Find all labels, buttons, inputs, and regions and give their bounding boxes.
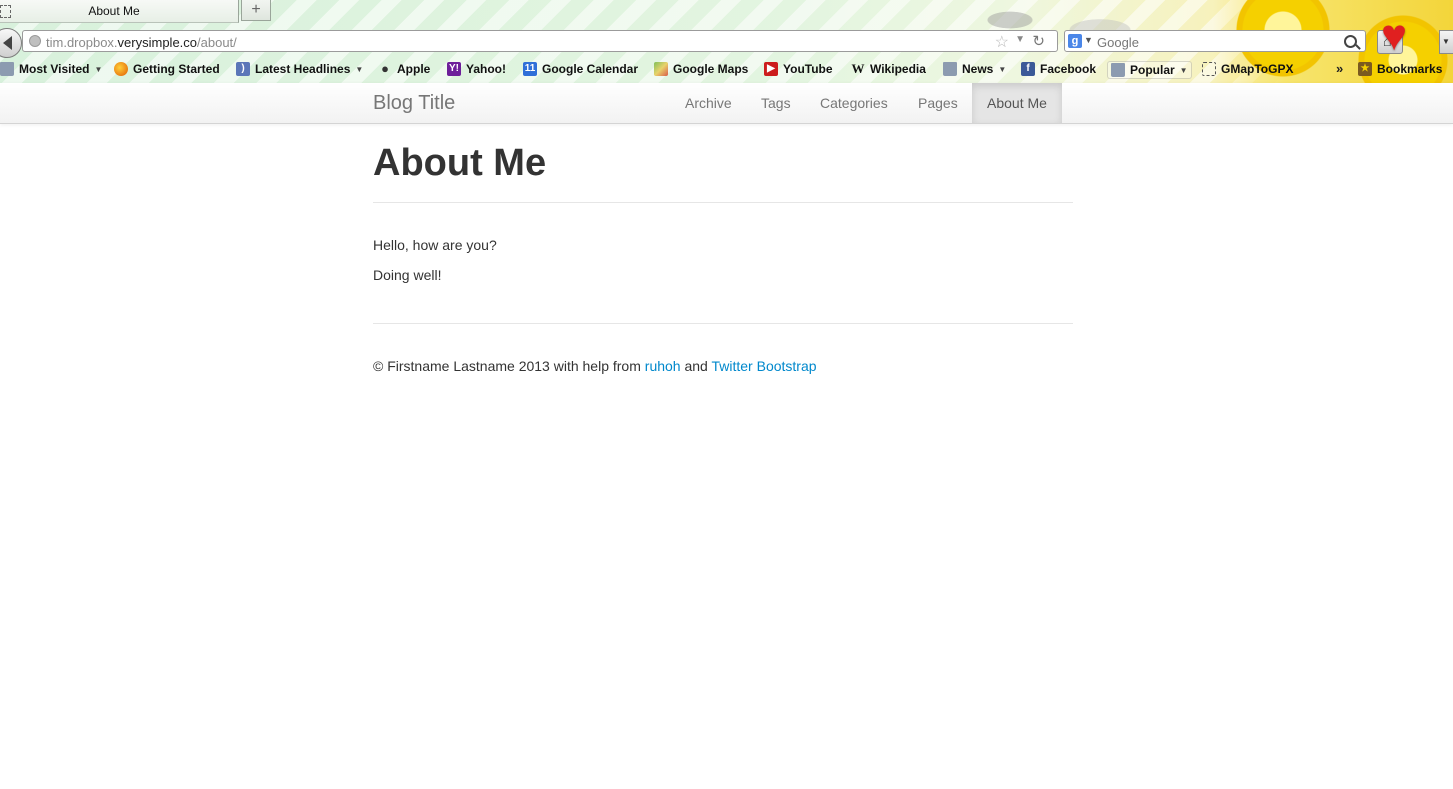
search-icon[interactable] [1344,35,1357,48]
nav-pages[interactable]: Pages [903,83,973,123]
dropdown-caret-icon: ▼ [998,64,1007,74]
bookmark-label: News [962,62,994,76]
toolbar-extra-button[interactable]: ▼ [1439,30,1453,54]
bookmark-wikipedia[interactable]: W Wikipedia [851,61,926,77]
tab-title: About Me [88,4,140,18]
footer-divider [373,323,1073,324]
facebook-icon: f [1021,62,1035,76]
folder-icon [0,62,14,76]
footer-text: © Firstname Lastname 2013 with help from [373,358,641,374]
bookmark-news[interactable]: News ▼ [943,61,1006,77]
twitter-bootstrap-link[interactable]: Twitter Bootstrap [711,358,816,374]
google-engine-icon[interactable]: g [1068,34,1082,48]
site-identity-globe-icon[interactable] [29,35,41,47]
dropdown-caret-icon: ▼ [355,64,364,74]
bookmark-label: Google Maps [673,62,749,76]
bookmark-star-icon[interactable]: ☆ [995,32,1009,52]
apple-icon: ● [381,61,389,76]
back-arrow-icon [3,36,12,50]
url-domain: verysimple.co [117,35,198,50]
page-footer: © Firstname Lastname 2013 with help from… [373,358,817,374]
bookmarks-menu-button[interactable]: ★ Bookmarks [1358,61,1442,77]
title-divider [373,202,1073,203]
bookmarks-overflow-chevron-icon[interactable]: » [1336,61,1343,76]
reload-icon[interactable]: ↻ [1032,32,1045,50]
new-tab-button[interactable]: + [241,0,271,21]
ruhoh-link[interactable]: ruhoh [645,358,681,374]
rss-feed-icon: ) [236,62,250,76]
bookmark-popular[interactable]: Popular ▼ [1107,61,1192,79]
youtube-icon: ▶ [764,62,778,76]
back-button[interactable] [0,28,22,58]
bookmark-label: Google Calendar [542,62,639,76]
url-bar[interactable]: tim.dropbox.verysimple.co/about/ ☆ ▼ ↻ [22,30,1058,52]
nav-tags[interactable]: Tags [746,83,806,123]
heart-icon: ♥ [1381,11,1408,60]
bookmark-label: Yahoo! [466,62,507,76]
bookmark-label: GMapToGPX [1221,62,1294,76]
url-text: tim.dropbox.verysimple.co/about/ [46,35,237,50]
search-input[interactable]: Google [1097,35,1139,50]
bookmark-yahoo[interactable]: Y! Yahoo! [447,61,506,77]
bookmark-label: Popular [1130,63,1175,77]
bookmark-label: Getting Started [133,62,220,76]
url-path: /about/ [197,35,237,50]
content-paragraph: Hello, how are you? [373,237,497,253]
bookmark-label: Most Visited [19,62,90,76]
bookmark-label: YouTube [783,62,833,76]
bookmark-label: Bookmarks [1377,62,1443,76]
site-brand-link[interactable]: Blog Title [373,92,455,115]
nav-archive[interactable]: Archive [670,83,747,123]
browser-chrome: About Me + tim.dropbox.verysimple.co/abo… [0,0,1453,83]
folder-icon [1111,63,1125,77]
bookmark-label: Apple [397,62,431,76]
google-maps-icon [654,62,668,76]
bookmarklet-icon [1202,62,1216,76]
yahoo-icon: Y! [447,62,461,76]
bookmark-latest-headlines[interactable]: ) Latest Headlines ▼ [236,61,363,77]
bookmarks-toolbar: Most Visited ▼ Getting Started ) Latest He… [0,57,1453,81]
bookmark-label: Wikipedia [870,62,926,76]
bookmark-label: Facebook [1040,62,1097,76]
dropdown-caret-icon: ▼ [1179,65,1188,75]
bookmark-youtube[interactable]: ▶ YouTube [764,61,833,77]
bookmark-apple[interactable]: ● Apple [378,61,430,77]
content-paragraph: Doing well! [373,267,442,283]
nav-about-me[interactable]: About Me [972,83,1062,123]
page-title: About Me [373,142,547,184]
google-calendar-icon: 11 [523,62,537,76]
bookmark-gmaptogpx[interactable]: GMapToGPX [1202,61,1293,77]
bookmark-getting-started[interactable]: Getting Started [114,61,220,77]
bookmarks-star-icon: ★ [1358,62,1372,76]
search-bar[interactable]: g ▼ Google [1064,30,1366,52]
dropdown-caret-icon: ▼ [94,64,103,74]
url-history-dropdown-icon[interactable]: ▼ [1015,34,1025,45]
bookmark-google-maps[interactable]: Google Maps [654,61,748,77]
bookmark-google-calendar[interactable]: 11 Google Calendar [523,61,638,77]
url-subdomain: tim.dropbox. [46,35,118,50]
folder-icon [943,62,957,76]
bookmark-facebook[interactable]: f Facebook [1021,61,1096,77]
firefox-icon [114,62,128,76]
wikipedia-icon: W [851,61,865,76]
chevron-down-icon: ▼ [1442,37,1450,46]
browser-tab-active[interactable]: About Me [0,0,239,23]
nav-categories[interactable]: Categories [805,83,903,123]
site-navbar: Blog Title Archive Tags Categories Pages… [0,83,1453,124]
search-engine-dropdown-icon[interactable]: ▼ [1084,35,1093,45]
navigation-toolbar: tim.dropbox.verysimple.co/about/ ☆ ▼ ↻ g… [0,27,1453,58]
footer-text: and [684,358,708,374]
bookmark-most-visited[interactable]: Most Visited ▼ [0,61,102,77]
bookmark-label: Latest Headlines [255,62,351,76]
